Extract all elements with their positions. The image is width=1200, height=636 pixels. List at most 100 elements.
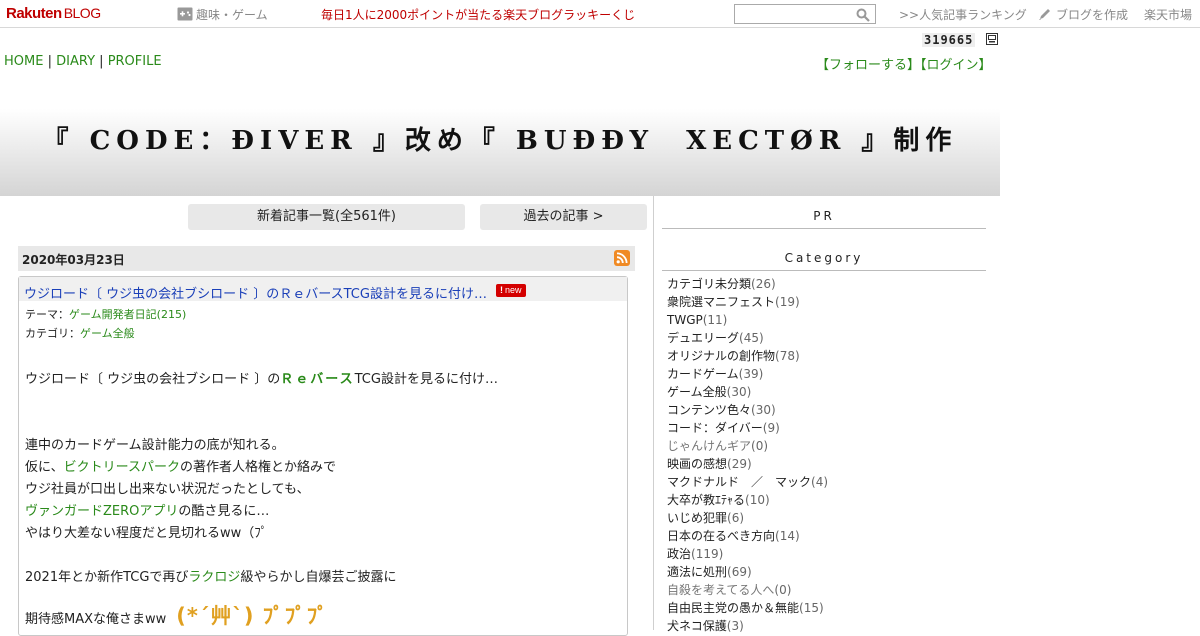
past-articles-button[interactable]: 過去の記事 > xyxy=(480,204,647,230)
category-item[interactable]: いじめ犯罪(6) xyxy=(667,509,828,527)
post-category: カテゴリ：ゲーム全般 xyxy=(25,325,135,341)
vanguard-zero-link[interactable]: ヴァンガードZEROアプリ xyxy=(25,504,178,519)
search-icon[interactable] xyxy=(856,8,870,22)
column-divider xyxy=(653,196,654,630)
ichiba-link[interactable]: 楽天市場 xyxy=(1144,6,1192,23)
blog-title[interactable]: 『 CODE：ÐIVER 』改め『 BUÐÐY XECTØR 』制作 xyxy=(0,120,1000,157)
category-name: 映画の感想 xyxy=(667,457,728,471)
body-text: 2021年とか新作TCGで再び xyxy=(25,570,189,585)
body-line: 仮に、ビクトリースパークの著作者人格権とか絡みで xyxy=(25,457,498,479)
post-title-bar: ウジロード〔 ウジ虫の会社ブシロード 〕のＲｅバースTCG設計を見るに付け… !… xyxy=(19,277,627,302)
nav-home[interactable]: HOME xyxy=(4,54,43,69)
genre-link[interactable]: 趣味・ゲーム xyxy=(177,6,268,23)
category-name: 適法に処刑 xyxy=(667,565,728,579)
follow-link[interactable]: 【フォローする】 xyxy=(816,58,920,73)
category-item[interactable]: 大卒が教ｴﾃｬる(10) xyxy=(667,491,828,509)
rss-icon[interactable] xyxy=(614,250,630,266)
body-text: ウジ社員が口出し出来ない状況だったとしても、 xyxy=(25,482,310,497)
category-name: 自殺を考えてる人へ xyxy=(667,583,775,597)
category-count: (30) xyxy=(751,403,776,417)
category-name: 犬ネコ保護 xyxy=(667,619,727,633)
category-item[interactable]: じゃんけんギア(0) xyxy=(667,437,828,455)
category-count: (29) xyxy=(727,457,752,471)
category-item[interactable]: TWGP(11) xyxy=(667,311,828,329)
body-line: やはり大差ない程度だと見切れるww（ﾌﾟ xyxy=(25,523,498,545)
category-count: (78) xyxy=(775,349,800,363)
category-name: 政治 xyxy=(667,547,692,561)
category-item[interactable]: 衆院選マニフェスト(19) xyxy=(667,293,828,311)
post-date: 2020年03月23日 xyxy=(22,253,125,267)
category-name: カードゲーム xyxy=(667,367,739,381)
alert-icon: ! xyxy=(500,285,503,295)
nav-profile[interactable]: PROFILE xyxy=(108,54,162,69)
category-item[interactable]: コード：ダイバー(9) xyxy=(667,419,828,437)
category-count: (69) xyxy=(727,565,752,579)
search-input[interactable] xyxy=(735,5,853,23)
category-name: マクドナルド ／ マック xyxy=(667,475,812,489)
blog-nav: HOME | DIARY | PROFILE xyxy=(4,54,162,69)
post-card: ウジロード〔 ウジ虫の会社ブシロード 〕のＲｅバースTCG設計を見るに付け… !… xyxy=(18,276,628,636)
category-item[interactable]: デュエリーグ(45) xyxy=(667,329,828,347)
category-name: オリジナルの創作物 xyxy=(667,349,776,363)
login-link[interactable]: 【ログイン】 xyxy=(920,58,992,73)
make-blog-label: ブログを作成 xyxy=(1056,8,1129,22)
category-item[interactable]: オリジナルの創作物(78) xyxy=(667,347,828,365)
body-text: 連中のカードゲーム設計能力の底が知れる。 xyxy=(25,438,285,453)
body-text: の酷さ見るに… xyxy=(178,504,270,519)
lacrosi-link[interactable]: ラクロジ xyxy=(188,570,240,585)
category-count: (26) xyxy=(751,277,776,291)
body-line: 2021年とか新作TCGで再びラクロジ級やらかし自爆芸ご披露に xyxy=(25,567,498,589)
category-name: デュエリーグ xyxy=(667,331,740,345)
category-item[interactable]: 自殺を考えてる人へ(0) xyxy=(667,581,828,599)
global-topbar: Rakuten BLOG 趣味・ゲーム 毎日1人に2000ポイントが当たる楽天ブロ… xyxy=(0,0,1200,28)
pencil-icon xyxy=(1038,7,1052,21)
emoticon: (*´艸`) ﾌﾟﾌﾟﾌﾟ xyxy=(176,604,329,628)
body-text: 級やらかし自爆芸ご披露に xyxy=(240,570,397,585)
category-name: コード：ダイバー xyxy=(667,421,763,435)
body-line: ヴァンガードZEROアプリの酷さ見るに… xyxy=(25,501,498,523)
new-articles-button[interactable]: 新着記事一覧(全561件) xyxy=(188,204,465,230)
category-item[interactable]: コンテンツ色々(30) xyxy=(667,401,828,419)
category-name: 日本の在るべき方向 xyxy=(667,529,776,543)
theme-link[interactable]: ゲーム開発者日記(215) xyxy=(69,308,186,321)
category-name: カテゴリ未分類 xyxy=(667,277,752,291)
category-item[interactable]: 映画の感想(29) xyxy=(667,455,828,473)
rebirth-link[interactable]: Ｒｅバース xyxy=(280,372,354,387)
category-item[interactable]: ゲーム全般(30) xyxy=(667,383,828,401)
category-item[interactable]: マクドナルド ／ マック(4) xyxy=(667,473,828,491)
category-count: (39) xyxy=(738,367,764,381)
category-count: (6) xyxy=(727,511,745,525)
category-item[interactable]: 適法に処刑(69) xyxy=(667,563,828,581)
category-count: (15) xyxy=(799,601,824,615)
category-count: (30) xyxy=(726,385,752,399)
category-item[interactable]: 日本の在るべき方向(14) xyxy=(667,527,828,545)
pr-heading: PR xyxy=(662,209,986,229)
category-item[interactable]: 政治(119) xyxy=(667,545,828,563)
category-item[interactable]: カテゴリ未分類(26) xyxy=(667,275,828,293)
ranking-link[interactable]: >>人気記事ランキング xyxy=(899,6,1027,23)
category-item[interactable]: 自由民主党の愚か＆無能(15) xyxy=(667,599,828,617)
counter-icon[interactable] xyxy=(986,33,998,45)
search-box xyxy=(734,4,876,24)
category-item[interactable]: 犬ネコ保護(3) xyxy=(667,617,828,635)
body-line: ウジ社員が口出し出来ない状況だったとしても、 xyxy=(25,479,498,501)
logo-rakuten: Rakuten xyxy=(6,5,62,22)
nav-sep: | xyxy=(99,54,104,69)
category-count: (45) xyxy=(739,331,764,345)
victory-spark-link[interactable]: ビクトリースパーク xyxy=(64,460,180,475)
category-link[interactable]: ゲーム全般 xyxy=(80,327,135,340)
category-name: じゃんけんギア xyxy=(667,439,752,453)
rakuten-blog-logo[interactable]: Rakuten BLOG xyxy=(6,5,101,22)
new-badge-label: new xyxy=(505,285,522,295)
make-blog-link[interactable]: ブログを作成 xyxy=(1038,6,1128,23)
body-line: 期待感MAXな俺さまww (*´艸`) ﾌﾟﾌﾟﾌﾟ xyxy=(25,601,498,631)
nav-diary[interactable]: DIARY xyxy=(56,54,95,69)
category-name: 自由民主党の愚か＆無能 xyxy=(667,601,800,615)
category-name: コンテンツ色々 xyxy=(667,403,752,417)
body-line: 連中のカードゲーム設計能力の底が知れる。 xyxy=(25,435,498,457)
post-title[interactable]: ウジロード〔 ウジ虫の会社ブシロード 〕のＲｅバースTCG設計を見るに付け… xyxy=(24,283,487,302)
lottery-link[interactable]: 毎日1人に2000ポイントが当たる楽天ブログラッキーくじ xyxy=(321,6,635,23)
category-item[interactable]: カードゲーム(39) xyxy=(667,365,828,383)
